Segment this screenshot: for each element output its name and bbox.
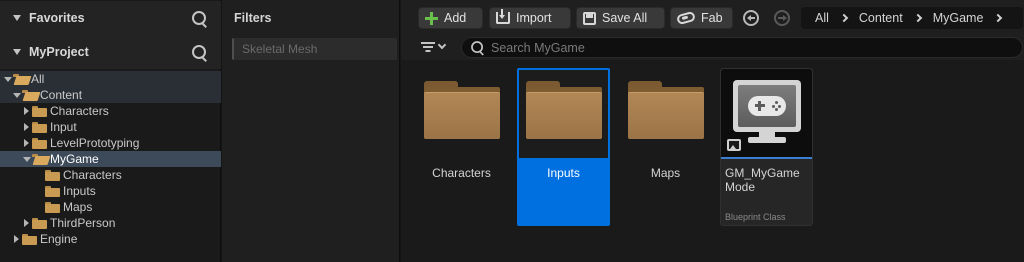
tree-node-label: ThirdPerson xyxy=(50,216,116,230)
tree-node-input[interactable]: Input xyxy=(0,119,221,135)
folder-icon xyxy=(32,121,47,133)
search-row: Search MyGame xyxy=(401,36,1024,60)
search-input[interactable]: Search MyGame xyxy=(461,37,1023,58)
import-button[interactable]: Import xyxy=(489,7,571,29)
plus-icon xyxy=(425,11,438,25)
add-button-label: Add xyxy=(444,11,467,25)
folder-icon xyxy=(45,201,60,213)
search-icon xyxy=(471,41,484,54)
expand-arrow-icon[interactable] xyxy=(22,215,32,231)
tree-node-label: Maps xyxy=(63,200,93,214)
tree-node-label: LevelPrototyping xyxy=(50,136,140,150)
tree-node-label: All xyxy=(31,72,45,86)
folder-open-icon xyxy=(22,89,37,101)
tree-node-inputs[interactable]: Inputs xyxy=(0,183,221,199)
collapse-arrow-icon[interactable] xyxy=(13,49,21,55)
project-label: MyProject xyxy=(29,45,89,59)
folder-tile-label: Inputs xyxy=(547,166,580,180)
breadcrumb-item[interactable]: All xyxy=(815,11,829,25)
tree-node-label: MyGame xyxy=(50,152,99,166)
project-header[interactable]: MyProject xyxy=(0,35,221,69)
add-button[interactable]: Add xyxy=(418,7,483,29)
filter-icon[interactable] xyxy=(421,42,435,53)
tree-node-label: Content xyxy=(40,88,83,102)
asset-type: Blueprint Class xyxy=(725,212,786,222)
tree-node-characters[interactable]: Characters xyxy=(0,167,221,183)
folder-open-icon xyxy=(32,153,47,165)
folder-tile-label: Characters xyxy=(432,166,491,180)
tree-node-label: Characters xyxy=(63,168,122,182)
search-icon[interactable] xyxy=(192,44,207,60)
folder-icon xyxy=(45,169,60,181)
fab-icon xyxy=(676,10,696,26)
forward-arrow-icon[interactable] xyxy=(774,10,790,26)
tree-node-label: Input xyxy=(50,120,77,134)
folder-icon xyxy=(32,137,47,149)
tree-node-all[interactable]: All xyxy=(0,71,221,87)
import-button-label: Import xyxy=(516,11,552,25)
fab-button[interactable]: Fab xyxy=(670,7,733,29)
folder-icon xyxy=(22,233,37,245)
folder-icon xyxy=(45,185,60,197)
favorites-header[interactable]: Favorites xyxy=(0,1,221,35)
save-icon xyxy=(583,11,596,25)
tree-node-label: Characters xyxy=(50,104,109,118)
asset-name: GM_MyGame Mode xyxy=(725,166,800,194)
folder-open-icon xyxy=(13,73,28,85)
folder-icon xyxy=(32,217,47,229)
expand-arrow-icon[interactable] xyxy=(22,119,32,135)
folder-icon xyxy=(32,105,47,117)
tree-node-characters[interactable]: Characters xyxy=(0,103,221,119)
expand-arrow-icon[interactable] xyxy=(22,135,32,151)
expand-arrow-icon[interactable] xyxy=(12,87,22,103)
collapse-arrow-icon[interactable] xyxy=(13,15,21,21)
asset-thumbnail xyxy=(721,69,812,157)
search-placeholder: Search MyGame xyxy=(491,40,585,55)
save-all-button-label: Save All xyxy=(602,11,648,25)
search-icon[interactable] xyxy=(192,10,207,26)
tree-node-thirdperson[interactable]: ThirdPerson xyxy=(0,215,221,231)
folder-icon xyxy=(526,81,602,139)
chevron-down-icon[interactable] xyxy=(437,40,447,50)
content-browser: Add Import Save All Fab All Content MyGa… xyxy=(401,0,1024,262)
folder-icon xyxy=(628,81,704,139)
filter-chip[interactable]: Skeletal Mesh xyxy=(232,38,397,60)
import-icon xyxy=(496,9,510,24)
fab-button-label: Fab xyxy=(701,11,723,25)
tree-node-label: Engine xyxy=(40,232,78,246)
save-all-button[interactable]: Save All xyxy=(576,7,665,29)
gamepad-monitor-icon xyxy=(733,80,801,132)
filters-panel: Filters Skeletal Mesh xyxy=(222,0,400,262)
back-arrow-icon[interactable] xyxy=(743,10,759,26)
tree-node-levelprototyping[interactable]: LevelPrototyping xyxy=(0,135,221,151)
breadcrumb-item[interactable]: MyGame xyxy=(933,11,984,25)
chevron-right-icon[interactable] xyxy=(994,13,1003,23)
chevron-right-icon[interactable] xyxy=(839,13,849,23)
folder-icon xyxy=(424,81,500,139)
expand-arrow-icon[interactable] xyxy=(22,151,32,167)
folder-tile-characters[interactable]: Characters xyxy=(415,68,508,226)
expand-arrow-icon[interactable] xyxy=(3,71,13,87)
tree-node-label: Inputs xyxy=(63,184,96,198)
toolbar: Add Import Save All Fab All Content MyGa… xyxy=(401,0,1024,36)
breadcrumb-item[interactable]: Content xyxy=(859,11,903,25)
favorites-label: Favorites xyxy=(29,11,85,25)
expand-arrow-icon[interactable] xyxy=(12,231,22,247)
folder-tile-inputs[interactable]: Inputs xyxy=(517,68,610,226)
tree-node-engine[interactable]: Engine xyxy=(0,231,221,247)
chevron-right-icon[interactable] xyxy=(913,13,922,23)
folder-tile-maps[interactable]: Maps xyxy=(619,68,712,226)
expand-arrow-icon[interactable] xyxy=(22,103,32,119)
folder-tile-label: Maps xyxy=(650,166,681,180)
sources-panel: Favorites MyProject All Content Characte… xyxy=(0,0,221,262)
tree-node-mygame[interactable]: MyGame xyxy=(0,151,221,167)
asset-tile-gamemode[interactable]: GM_MyGame Mode Blueprint Class xyxy=(720,68,813,226)
breadcrumb: All Content MyGame xyxy=(801,7,1023,29)
tree-node-maps[interactable]: Maps xyxy=(0,199,221,215)
tree-node-content[interactable]: Content xyxy=(0,87,221,103)
filters-title: Filters xyxy=(234,11,272,25)
blueprint-icon xyxy=(727,139,741,151)
